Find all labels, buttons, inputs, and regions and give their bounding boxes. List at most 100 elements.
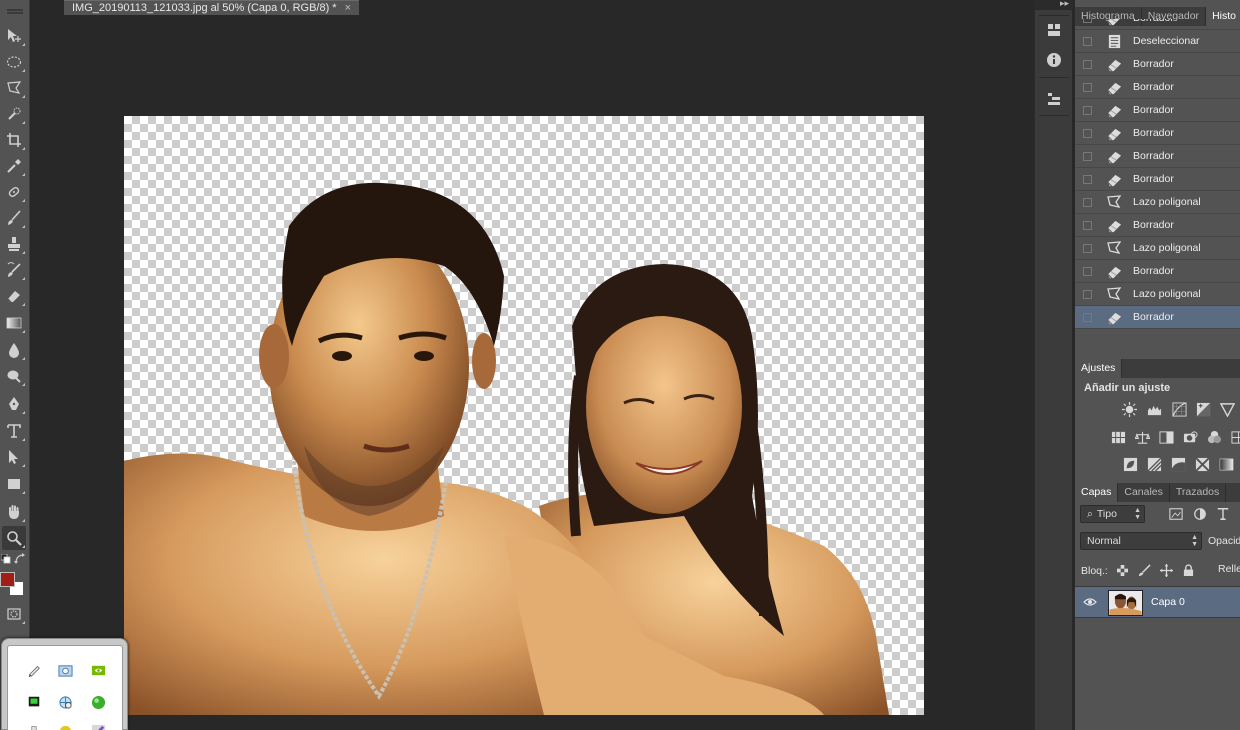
elliptical-marquee-icon[interactable] [2, 50, 26, 74]
history-snapshot-checkbox[interactable] [1083, 19, 1092, 23]
history-item[interactable]: Lazo poligonal [1075, 237, 1240, 260]
vibrance-icon[interactable] [1219, 402, 1235, 417]
filter-adjustment-layer-icon[interactable] [1192, 507, 1208, 521]
curves-icon[interactable] [1171, 401, 1187, 417]
tab-adjustments[interactable]: Ajustes [1075, 359, 1123, 378]
color-balance-icon[interactable] [1134, 430, 1150, 444]
visibility-eye-icon[interactable] [1083, 596, 1097, 608]
black-white-icon[interactable] [1158, 430, 1174, 444]
type-icon[interactable] [2, 419, 26, 443]
history-item[interactable]: Borrador [1075, 53, 1240, 76]
channel-mixer-icon[interactable] [1206, 430, 1222, 444]
brightness-contrast-icon[interactable] [1121, 401, 1137, 417]
layer-comps-icon[interactable] [1044, 89, 1064, 109]
screenshot-tray-icon[interactable] [56, 661, 74, 679]
posterize-icon[interactable] [1146, 456, 1162, 472]
tab-layers[interactable]: Capas [1075, 483, 1119, 502]
quick-mask-icon[interactable] [2, 602, 26, 626]
layers-empty-area[interactable] [1075, 619, 1240, 730]
history-snapshot-checkbox[interactable] [1083, 174, 1092, 184]
levels-icon[interactable] [1146, 402, 1162, 416]
gradient-map-icon[interactable] [1218, 457, 1234, 471]
dodge-icon[interactable] [2, 364, 26, 388]
toolbar-grip[interactable] [4, 4, 26, 18]
move-tool-icon[interactable] [2, 24, 26, 48]
info-icon[interactable] [1044, 50, 1064, 70]
crop-icon[interactable] [2, 128, 26, 152]
close-icon[interactable]: × [345, 1, 351, 15]
history-item[interactable]: Borrador [1075, 99, 1240, 122]
purple-tray-icon[interactable] [89, 722, 107, 730]
filter-type-layer-icon[interactable] [1215, 507, 1231, 521]
properties-icon[interactable] [1044, 20, 1064, 40]
nvidia-tray-icon[interactable] [89, 661, 107, 679]
pen-tray-icon[interactable] [25, 661, 43, 679]
history-item[interactable]: Borrador [1075, 260, 1240, 283]
tab-paths[interactable]: Trazados [1170, 483, 1227, 502]
layer-filter-select[interactable]: ⌕ Tipo ▲ ▼ [1080, 505, 1145, 523]
lock-image-pixels-icon[interactable] [1137, 563, 1151, 577]
history-snapshot-checkbox[interactable] [1083, 266, 1092, 276]
hue-saturation-icon[interactable] [1110, 430, 1126, 444]
lock-position-icon[interactable] [1159, 563, 1173, 577]
history-item[interactable]: Lazo poligonal [1075, 283, 1240, 306]
blur-icon[interactable] [2, 338, 26, 362]
layer-row[interactable]: Capa 0 [1075, 586, 1240, 618]
history-snapshot-checkbox[interactable] [1083, 128, 1092, 138]
rectangle-icon[interactable] [2, 472, 26, 496]
default-colors-icon[interactable] [0, 553, 11, 564]
history-snapshot-checkbox[interactable] [1083, 82, 1092, 92]
history-snapshot-checkbox[interactable] [1083, 197, 1092, 207]
threshold-icon[interactable] [1170, 457, 1186, 471]
polygonal-lasso-icon[interactable] [2, 76, 26, 100]
gradient-icon[interactable] [2, 311, 26, 335]
history-list[interactable]: Borrador Deseleccionar Borrador Borrador Bor… [1075, 19, 1240, 337]
history-snapshot-checkbox[interactable] [1083, 243, 1092, 253]
history-snapshot-checkbox[interactable] [1083, 289, 1092, 299]
quick-selection-icon[interactable] [2, 102, 26, 126]
filter-pixel-layer-icon[interactable] [1168, 507, 1184, 521]
canvas-workspace[interactable] [31, 15, 1034, 730]
lock-transparent-pixels-icon[interactable] [1115, 563, 1129, 577]
history-snapshot-checkbox[interactable] [1083, 59, 1092, 69]
document-canvas[interactable] [124, 116, 924, 715]
color-lookup-icon[interactable] [1230, 430, 1240, 444]
history-item[interactable]: Borrador [1075, 145, 1240, 168]
history-item[interactable]: Lazo poligonal [1075, 191, 1240, 214]
collapse-dock-icon[interactable]: ▸▸ [1060, 0, 1069, 9]
layer-name[interactable]: Capa 0 [1151, 596, 1185, 608]
eyedropper-icon[interactable] [2, 154, 26, 178]
foreground-color-swatch[interactable] [0, 572, 15, 587]
invert-icon[interactable] [1122, 457, 1138, 471]
photo-filter-icon[interactable] [1182, 430, 1198, 444]
history-snapshot-checkbox[interactable] [1083, 151, 1092, 161]
history-item[interactable]: Borrador [1075, 122, 1240, 145]
exposure-icon[interactable] [1195, 402, 1211, 416]
layer-thumbnail[interactable] [1108, 590, 1143, 616]
swap-colors-icon[interactable] [14, 553, 26, 565]
path-selection-icon[interactable] [2, 445, 26, 469]
lock-all-icon[interactable] [1181, 563, 1195, 577]
history-snapshot-checkbox[interactable] [1083, 36, 1092, 46]
history-item[interactable]: Borrador [1075, 306, 1240, 329]
clone-stamp-icon[interactable] [2, 232, 26, 256]
blend-mode-select[interactable]: Normal ▲ ▼ [1080, 532, 1202, 550]
tab-channels[interactable]: Canales [1118, 483, 1170, 502]
history-item[interactable]: Borrador [1075, 19, 1240, 30]
yellow-tray-icon[interactable] [56, 722, 74, 730]
history-item[interactable]: Borrador [1075, 168, 1240, 191]
history-item[interactable]: Borrador [1075, 214, 1240, 237]
pen-icon[interactable] [2, 392, 26, 416]
network-tray-icon[interactable] [56, 693, 74, 711]
zoom-icon[interactable] [2, 526, 26, 550]
history-snapshot-checkbox[interactable] [1083, 312, 1092, 322]
document-tab[interactable]: IMG_20190113_121033.jpg al 50% (Capa 0, … [64, 0, 360, 15]
eraser-icon[interactable] [2, 284, 26, 308]
dock-header[interactable]: ▸▸ [1035, 0, 1073, 10]
green-orb-tray-icon[interactable] [89, 693, 107, 711]
history-snapshot-checkbox[interactable] [1083, 105, 1092, 115]
history-snapshot-checkbox[interactable] [1083, 220, 1092, 230]
history-item[interactable]: Borrador [1075, 76, 1240, 99]
spot-healing-brush-icon[interactable] [2, 180, 26, 204]
brush-icon[interactable] [2, 206, 26, 230]
